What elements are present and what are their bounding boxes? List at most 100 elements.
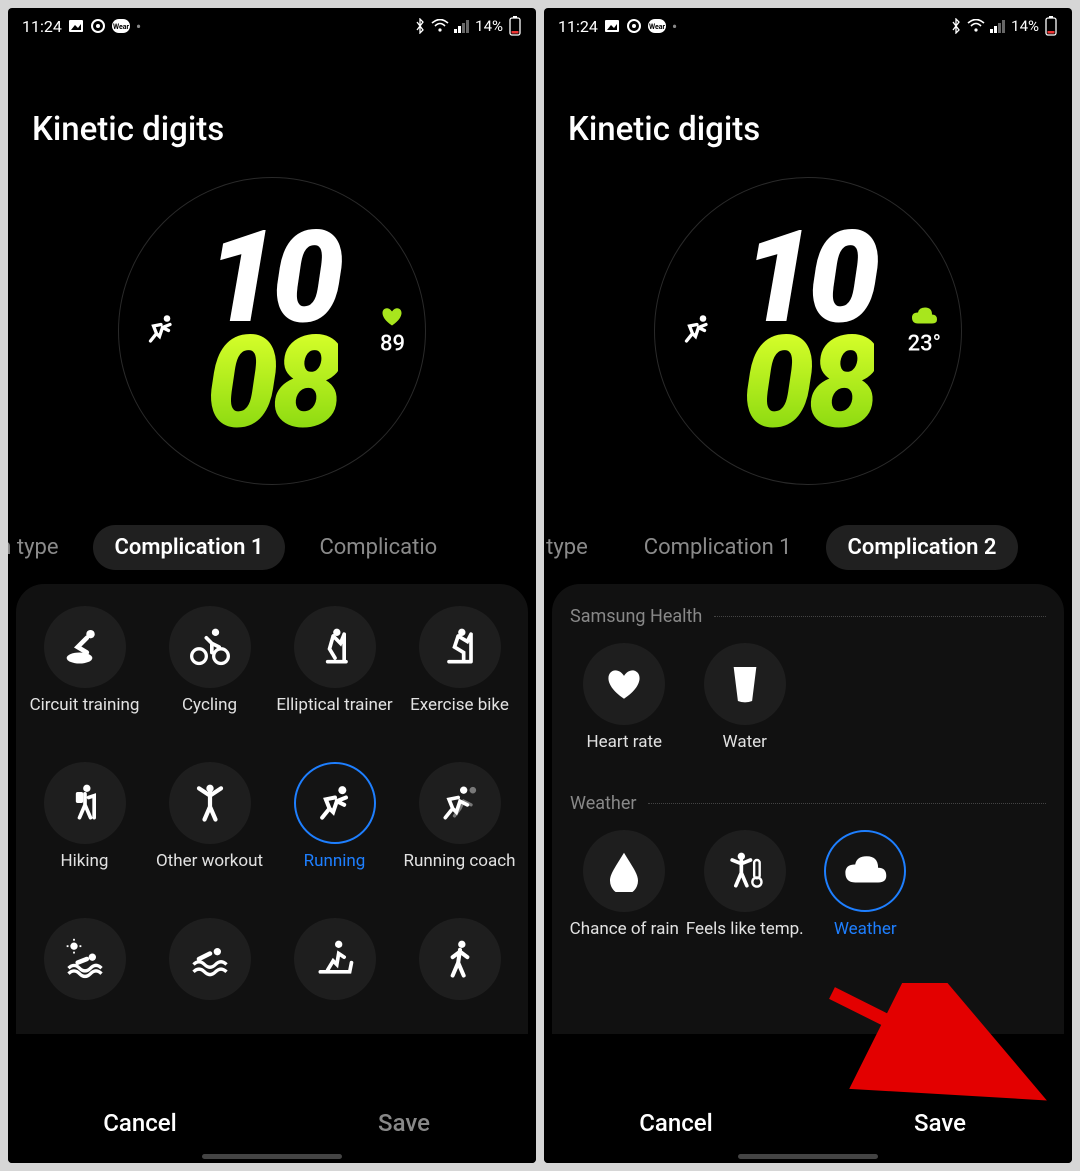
runner-icon — [143, 311, 179, 351]
tab-complication-2[interactable]: Complicatio — [297, 525, 459, 570]
battery-icon — [1044, 16, 1058, 36]
page-title: Kinetic digits — [544, 44, 1072, 167]
option-running-coach[interactable]: Running coach — [397, 756, 522, 906]
other-workout-icon — [188, 781, 232, 825]
cycling-icon — [188, 625, 232, 669]
swim-outdoor-icon — [63, 937, 107, 981]
category-samsung-health: Samsung Health — [570, 606, 1046, 627]
option-other-workout[interactable]: Other workout — [147, 756, 272, 906]
picture-icon — [604, 18, 620, 34]
temp-value: 23° — [908, 332, 941, 357]
option-label: Running — [304, 852, 366, 892]
walking-icon — [438, 937, 482, 981]
option-cycling[interactable]: Cycling — [147, 600, 272, 750]
option-label: Heart rate — [586, 733, 662, 773]
cancel-button[interactable]: Cancel — [544, 1083, 808, 1163]
wifi-icon — [967, 19, 985, 33]
option-exercise-bike[interactable]: Exercise bike — [397, 600, 522, 750]
watch-minute: 08 — [742, 331, 874, 436]
circuit-training-icon — [63, 625, 107, 669]
bluetooth-icon — [950, 18, 962, 34]
options-panel[interactable]: Circuit training Cycling Elliptical trai… — [16, 584, 528, 1034]
wear-icon: Wear — [112, 19, 130, 33]
battery-text: 14% — [1011, 17, 1039, 35]
option-label: Running coach — [403, 852, 515, 892]
option-chance-of-rain[interactable]: Chance of rain — [564, 824, 685, 968]
cloud-icon — [910, 306, 938, 328]
footer: Cancel Save — [8, 1083, 536, 1163]
running-icon — [313, 781, 357, 825]
option-water[interactable]: Water — [685, 637, 806, 781]
nav-handle[interactable] — [202, 1154, 342, 1159]
tabs-row[interactable]: lication type Complication 1 Complicatio — [8, 525, 536, 584]
gear-icon — [90, 18, 106, 34]
footer: Cancel Save — [544, 1083, 1072, 1163]
save-button[interactable]: Save — [272, 1083, 536, 1163]
option-label: Cycling — [182, 696, 237, 736]
cancel-button[interactable]: Cancel — [8, 1083, 272, 1163]
signal-icon — [454, 19, 470, 33]
option-elliptical-trainer[interactable]: Elliptical trainer — [272, 600, 397, 750]
tab-complication-1[interactable]: Complication 1 — [622, 525, 814, 570]
watch-digits: 10 08 — [742, 226, 874, 436]
option-circuit-training[interactable]: Circuit training — [22, 600, 147, 750]
tab-complication-1[interactable]: Complication 1 — [93, 525, 286, 570]
signal-icon — [990, 19, 1006, 33]
tab-complication-2[interactable]: Complication 2 — [826, 525, 1019, 570]
dot-icon: • — [136, 17, 141, 36]
tabs-row[interactable]: on type Complication 1 Complication 2 — [544, 525, 1072, 584]
option-label: Elliptical trainer — [276, 696, 392, 736]
option-label: Chance of rain — [570, 920, 679, 960]
swim-icon — [188, 937, 232, 981]
option-walking[interactable] — [397, 912, 522, 1022]
option-label: Exercise bike — [410, 696, 509, 736]
exercise-bike-icon — [438, 625, 482, 669]
runner-icon — [679, 311, 715, 351]
option-swimming[interactable] — [147, 912, 272, 1022]
dot-icon: • — [672, 17, 677, 36]
category-title: Samsung Health — [570, 606, 702, 627]
water-glass-icon — [728, 664, 762, 704]
heart-icon — [380, 306, 404, 328]
option-swimming-sun[interactable] — [22, 912, 147, 1022]
option-feels-like[interactable]: Feels like temp. — [685, 824, 806, 968]
battery-icon — [508, 16, 522, 36]
status-bar: 11:24 Wear • 14% — [544, 8, 1072, 44]
option-hiking[interactable]: Hiking — [22, 756, 147, 906]
phone-left: 11:24 Wear • 14% Kinetic digits 10 08 — [8, 8, 536, 1163]
wear-icon: Wear — [648, 19, 666, 33]
option-heart-rate[interactable]: Heart rate — [564, 637, 685, 781]
option-label: Feels like temp. — [686, 920, 804, 960]
option-label: Weather — [834, 920, 897, 960]
option-weather[interactable]: Weather — [805, 824, 926, 968]
treadmill-icon — [313, 937, 357, 981]
category-title: Weather — [570, 793, 636, 814]
bluetooth-icon — [414, 18, 426, 34]
option-treadmill[interactable] — [272, 912, 397, 1022]
nav-handle[interactable] — [738, 1154, 878, 1159]
option-label: Circuit training — [30, 696, 140, 736]
options-panel[interactable]: Samsung Health Heart rate Water Weather … — [552, 584, 1064, 1034]
heart-value: 89 — [380, 332, 405, 357]
wifi-icon — [431, 19, 449, 33]
page-title: Kinetic digits — [8, 44, 536, 167]
tab-complication-type[interactable]: lication type — [8, 525, 81, 570]
running-coach-icon — [438, 781, 482, 825]
watch-face-preview[interactable]: 10 08 89 — [118, 177, 426, 485]
category-weather: Weather — [570, 793, 1046, 814]
feels-like-icon — [723, 849, 767, 893]
option-label: Hiking — [61, 852, 109, 892]
status-time: 11:24 — [22, 17, 62, 36]
picture-icon — [68, 18, 84, 34]
status-time: 11:24 — [558, 17, 598, 36]
tab-complication-type[interactable]: on type — [544, 525, 610, 570]
status-bar: 11:24 Wear • 14% — [8, 8, 536, 44]
elliptical-icon — [313, 625, 357, 669]
hiking-icon — [63, 781, 107, 825]
option-label: Water — [723, 733, 767, 773]
raindrop-icon — [607, 850, 641, 892]
save-button[interactable]: Save — [808, 1083, 1072, 1163]
option-running[interactable]: Running — [272, 756, 397, 906]
watch-minute: 08 — [206, 331, 338, 436]
watch-face-preview[interactable]: 10 08 23° — [654, 177, 962, 485]
